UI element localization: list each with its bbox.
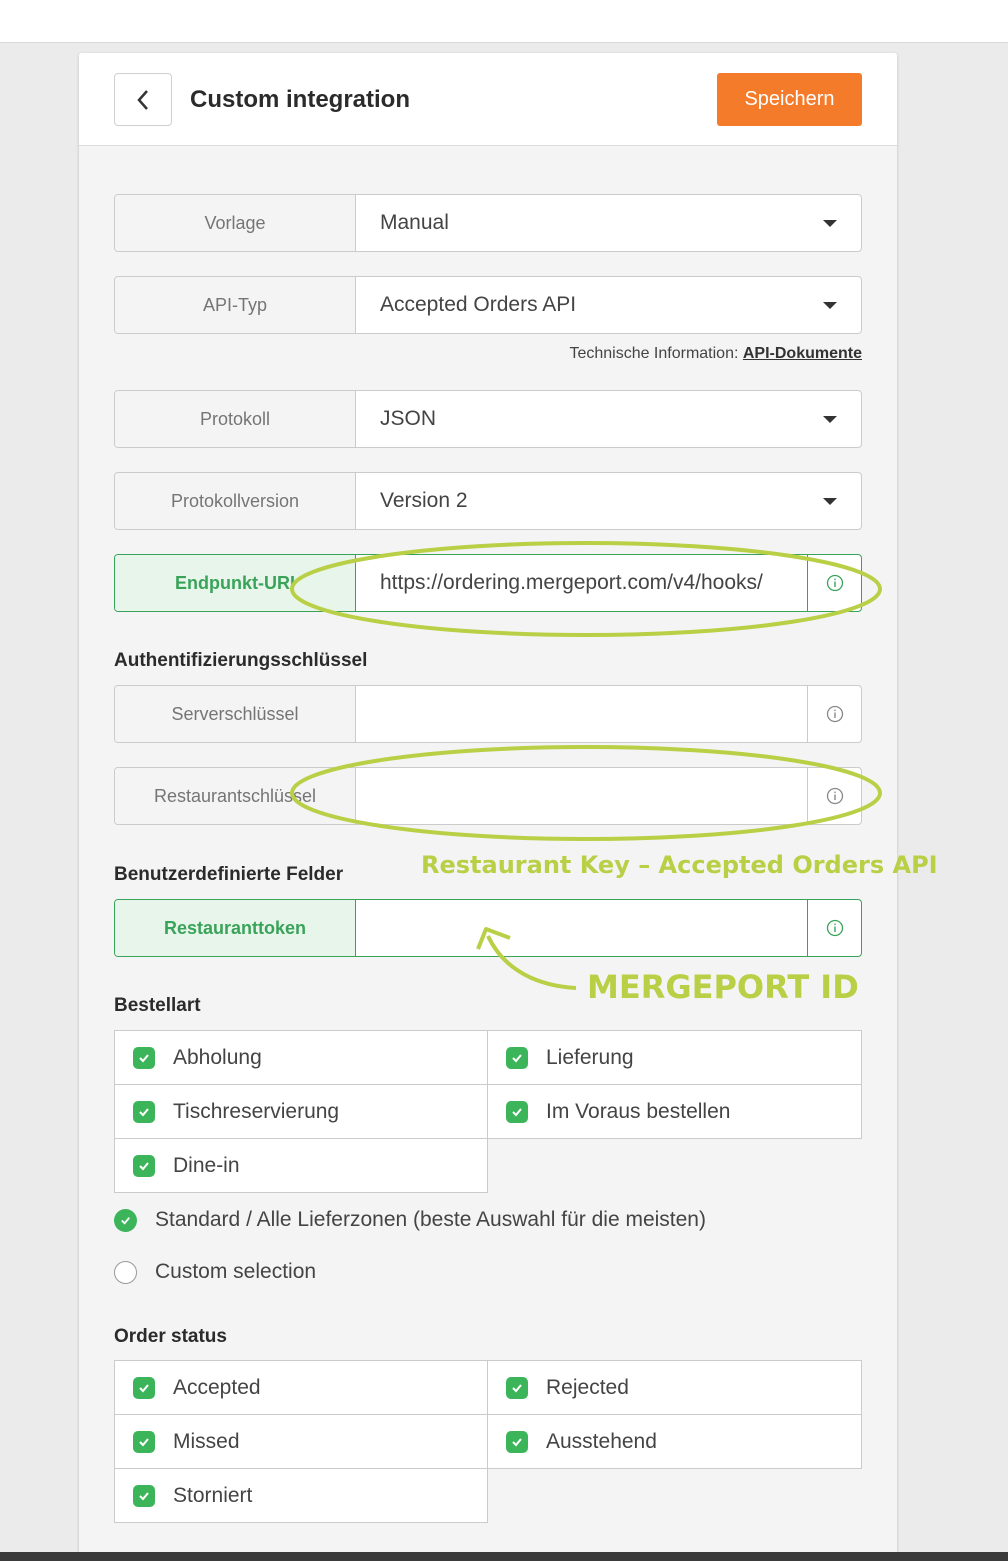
- endpunkt-row: Endpunkt-URI https://ordering.mergeport.…: [114, 554, 862, 612]
- vorlage-label: Vorlage: [115, 195, 356, 251]
- caret-down-icon: [823, 498, 837, 505]
- order-status-heading: Order status: [114, 1326, 227, 1347]
- protokollversion-select[interactable]: Version 2: [356, 473, 861, 529]
- vorlage-select[interactable]: Manual: [356, 195, 861, 251]
- endpunkt-label: Endpunkt-URI: [115, 555, 356, 611]
- option-label: Missed: [173, 1429, 240, 1453]
- caret-down-icon: [823, 302, 837, 309]
- restaurant-token-label: Restauranttoken: [115, 900, 356, 956]
- zone-standard-radio[interactable]: Standard / Alle Lieferzonen (beste Auswa…: [114, 1208, 706, 1232]
- restaurant-key-annotation: Restaurant Key – Accepted Orders API: [421, 851, 938, 879]
- restaurant-key-info-button[interactable]: [807, 768, 861, 824]
- order-type-heading: Bestellart: [114, 995, 201, 1016]
- checkbox-checked-icon: [133, 1154, 155, 1177]
- restaurant-token-input[interactable]: [356, 900, 807, 956]
- endpunkt-info-button[interactable]: [807, 555, 861, 611]
- option-label: Dine-in: [173, 1153, 240, 1177]
- order-type-tischreservierung[interactable]: Tischreservierung: [114, 1084, 488, 1139]
- card-header: Custom integration Speichern: [79, 53, 897, 146]
- api-typ-select[interactable]: Accepted Orders API: [356, 277, 861, 333]
- custom-fields-heading: Benutzerdefinierte Felder: [114, 864, 344, 885]
- order-type-lieferung[interactable]: Lieferung: [487, 1030, 862, 1085]
- order-type-dine-in[interactable]: Dine-in: [114, 1138, 488, 1193]
- protokoll-select[interactable]: JSON: [356, 391, 861, 447]
- checkbox-checked-icon: [133, 1484, 155, 1507]
- checkbox-checked-icon: [506, 1430, 528, 1453]
- option-label: Abholung: [173, 1045, 262, 1069]
- protokollversion-value: Version 2: [380, 489, 468, 512]
- status-rejected[interactable]: Rejected: [487, 1360, 862, 1415]
- auth-heading: Authentifizierungsschlüssel: [114, 650, 368, 671]
- endpunkt-input[interactable]: https://ordering.mergeport.com/v4/hooks/: [356, 555, 807, 611]
- zone-custom-label: Custom selection: [155, 1260, 317, 1283]
- tech-info: Technische Information: API-Dokumente: [569, 345, 862, 363]
- restaurant-key-row: Restaurantschlüssel: [114, 767, 862, 825]
- restaurant-token-row: Restauranttoken: [114, 899, 862, 957]
- option-label: Accepted: [173, 1375, 261, 1399]
- option-label: Lieferung: [546, 1045, 634, 1069]
- mergeport-id-annotation: MERGEPORT ID: [587, 968, 859, 1006]
- option-label: Ausstehend: [546, 1429, 657, 1453]
- api-typ-row: API-Typ Accepted Orders API: [114, 276, 862, 334]
- restaurant-key-label: Restaurantschlüssel: [115, 768, 356, 824]
- option-label: Rejected: [546, 1375, 629, 1399]
- server-key-label: Serverschlüssel: [115, 686, 356, 742]
- option-label: Tischreservierung: [173, 1099, 340, 1123]
- vorlage-value: Manual: [380, 211, 449, 234]
- checkbox-checked-icon: [133, 1430, 155, 1453]
- vorlage-row: Vorlage Manual: [114, 194, 862, 252]
- save-button[interactable]: Speichern: [717, 73, 862, 126]
- integration-card: Custom integration Speichern Vorlage Man…: [79, 53, 897, 1561]
- zone-custom-radio[interactable]: Custom selection: [114, 1260, 316, 1284]
- protokoll-label: Protokoll: [115, 391, 356, 447]
- protokoll-value: JSON: [380, 407, 437, 430]
- info-icon: [826, 705, 843, 723]
- endpunkt-value: https://ordering.mergeport.com/v4/hooks/: [380, 571, 763, 594]
- checkbox-checked-icon: [133, 1376, 155, 1399]
- checkbox-checked-icon: [506, 1100, 528, 1123]
- checkbox-checked-icon: [506, 1046, 528, 1069]
- restaurant-token-info-button[interactable]: [807, 900, 861, 956]
- checkbox-checked-icon: [133, 1046, 155, 1069]
- status-accepted[interactable]: Accepted: [114, 1360, 488, 1415]
- caret-down-icon: [823, 416, 837, 423]
- page-title: Custom integration: [190, 86, 410, 113]
- option-label: Storniert: [173, 1483, 253, 1507]
- server-key-input[interactable]: [356, 686, 807, 742]
- restaurant-key-input[interactable]: [356, 768, 807, 824]
- bottom-bar: [0, 1552, 1008, 1561]
- info-icon: [826, 574, 843, 592]
- api-typ-value: Accepted Orders API: [380, 293, 577, 316]
- status-storniert[interactable]: Storniert: [114, 1468, 488, 1523]
- back-button[interactable]: [114, 73, 172, 126]
- protokollversion-row: Protokollversion Version 2: [114, 472, 862, 530]
- info-icon: [826, 919, 843, 937]
- caret-down-icon: [823, 220, 837, 227]
- status-ausstehend[interactable]: Ausstehend: [487, 1414, 862, 1469]
- option-label: Im Voraus bestellen: [546, 1099, 731, 1123]
- zone-standard-label: Standard / Alle Lieferzonen (beste Auswa…: [155, 1208, 706, 1231]
- server-key-info-button[interactable]: [807, 686, 861, 742]
- api-typ-label: API-Typ: [115, 277, 356, 333]
- status-missed[interactable]: Missed: [114, 1414, 488, 1469]
- radio-unchecked-icon: [114, 1260, 137, 1284]
- protokoll-row: Protokoll JSON: [114, 390, 862, 448]
- chevron-left-icon: [137, 89, 148, 110]
- top-bar: [0, 0, 1008, 43]
- order-type-im-voraus[interactable]: Im Voraus bestellen: [487, 1084, 862, 1139]
- order-type-abholung[interactable]: Abholung: [114, 1030, 488, 1085]
- info-icon: [826, 787, 843, 805]
- checkbox-checked-icon: [506, 1376, 528, 1399]
- server-key-row: Serverschlüssel: [114, 685, 862, 743]
- checkbox-checked-icon: [133, 1100, 155, 1123]
- api-docs-link[interactable]: API-Dokumente: [743, 345, 862, 362]
- tech-info-prefix: Technische Information:: [569, 345, 739, 362]
- radio-checked-icon: [114, 1208, 137, 1232]
- protokollversion-label: Protokollversion: [115, 473, 356, 529]
